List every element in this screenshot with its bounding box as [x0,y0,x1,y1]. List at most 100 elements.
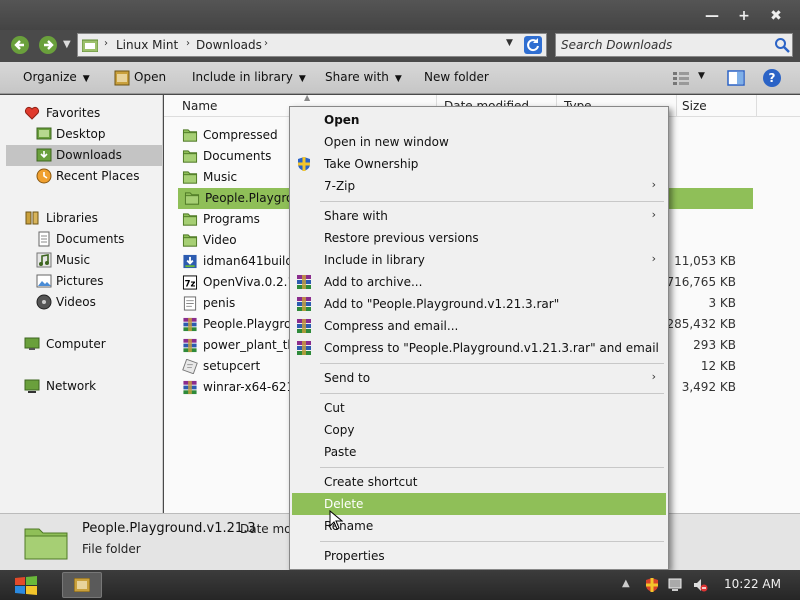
folder-icon [182,171,198,184]
sidebar-item-label: Downloads [56,148,122,162]
menu-item-rename[interactable]: Rename [292,515,666,537]
network-status-icon[interactable] [668,577,684,593]
help-icon[interactable]: ? [763,69,781,87]
organize-label: Organize [23,70,77,84]
7z-icon: 7z [182,275,198,290]
share-with-label: Share with [325,70,389,84]
search-icon[interactable] [774,37,790,53]
breadcrumb-separator[interactable]: › [264,38,268,49]
file-name: Video [203,233,237,247]
recent-places-icon [36,168,52,184]
menu-item-properties[interactable]: Properties [292,545,666,567]
sidebar-item-videos[interactable]: Videos [0,292,162,313]
close-button[interactable]: ✖ [764,6,788,26]
security-shield-icon[interactable] [644,577,660,593]
view-dropdown-icon[interactable]: ▼ [698,71,705,81]
refresh-icon[interactable] [524,36,542,54]
sidebar-item-label: Recent Places [56,169,140,183]
search-input[interactable]: Search Downloads [555,33,793,57]
show-hidden-icons-icon[interactable]: ▲ [622,578,630,589]
menu-item-label: Add to archive... [324,275,423,289]
maximize-button[interactable]: + [732,6,756,26]
column-divider[interactable] [676,95,677,117]
recent-pages-dropdown-icon[interactable]: ▼ [63,39,71,50]
breadcrumb-separator[interactable]: › [186,38,190,49]
include-in-library-button[interactable]: Include in library ▼ [192,70,306,84]
minimize-button[interactable]: — [700,6,724,26]
winrar-icon [297,319,311,333]
preview-pane-icon[interactable] [727,70,745,86]
menu-item-cut[interactable]: Cut [292,397,666,419]
sidebar-item-music[interactable]: Music [0,250,162,271]
computer-folder-icon [82,39,98,52]
sidebar-item-pictures[interactable]: Pictures [0,271,162,292]
menu-item-compress-and-email[interactable]: Compress and email... [292,315,666,337]
menu-item-label: Restore previous versions [324,231,479,245]
menu-item-label: Properties [324,549,385,563]
title-bar: — + ✖ [0,0,800,30]
menu-item-copy[interactable]: Copy [292,419,666,441]
heart-icon [24,106,40,120]
sidebar-item-label: Network [46,379,97,393]
search-placeholder: Search Downloads [561,38,673,52]
menu-item-label: Add to "People.Playground.v1.21.3.rar" [324,297,560,311]
windows-logo-icon[interactable] [14,575,38,595]
menu-item-label: Copy [324,423,355,437]
sidebar-item-computer[interactable]: Computer [0,334,162,355]
menu-item-delete[interactable]: Delete [292,493,666,515]
menu-item-include-in-library[interactable]: Include in library › [292,249,666,271]
menu-item-open-new-window[interactable]: Open in new window [292,131,666,153]
change-view-icon[interactable] [672,70,690,86]
menu-item-restore-previous-versions[interactable]: Restore previous versions [292,227,666,249]
menu-item-compress-to-rar-and-email[interactable]: Compress to "People.Playground.v1.21.3.r… [292,337,666,359]
sidebar-item-network[interactable]: Network [0,376,162,397]
menu-item-label: Open in new window [324,135,449,149]
address-dropdown-icon[interactable]: ▼ [506,38,513,48]
breadcrumb-linux-mint[interactable]: Linux Mint [116,38,178,52]
column-header-size[interactable]: Size [682,99,707,113]
organize-button[interactable]: Organize ▼ [23,70,90,84]
column-divider[interactable] [756,95,757,117]
menu-item-7zip[interactable]: 7-Zip › [292,175,666,197]
sidebar-item-favorites[interactable]: Favorites [0,103,162,124]
menu-item-add-to-rar[interactable]: Add to "People.Playground.v1.21.3.rar" [292,293,666,315]
open-button[interactable]: Open [134,70,166,84]
folder-icon [182,213,198,226]
menu-item-send-to[interactable]: Send to › [292,367,666,389]
menu-separator [320,201,664,202]
menu-item-paste[interactable]: Paste [292,441,666,463]
clock[interactable]: 10:22 AM [724,577,781,591]
menu-item-open[interactable]: Open [292,109,666,131]
breadcrumb-downloads[interactable]: Downloads [196,38,262,52]
menu-item-take-ownership[interactable]: Take Ownership [292,153,666,175]
details-file-name: People.Playground.v1.21.3 [82,521,256,536]
share-with-button[interactable]: Share with ▼ [325,70,402,84]
menu-item-add-to-archive[interactable]: Add to archive... [292,271,666,293]
open-icon[interactable] [114,70,130,86]
sidebar-item-downloads[interactable]: Downloads [6,145,162,166]
submenu-arrow-icon: › [651,370,656,383]
menu-item-create-shortcut[interactable]: Create shortcut [292,471,666,493]
mouse-cursor-icon [329,510,343,530]
address-bar[interactable]: › Linux Mint › Downloads › ▼ [77,33,547,57]
sidebar-item-desktop[interactable]: Desktop [0,124,162,145]
folder-icon [24,528,68,560]
explorer-icon [74,578,90,592]
menu-item-label: Cut [324,401,345,415]
sidebar-item-documents[interactable]: Documents [0,229,162,250]
volume-muted-icon[interactable] [692,577,708,593]
column-header-name[interactable]: Name [182,99,217,113]
file-name: Documents [203,149,272,163]
breadcrumb-separator[interactable]: › [104,38,108,49]
back-arrow-icon[interactable] [10,35,30,55]
music-icon [36,252,52,268]
sidebar-item-libraries[interactable]: Libraries [0,208,162,229]
taskbar-explorer-button[interactable] [62,572,102,598]
submenu-arrow-icon: › [651,178,656,191]
forward-arrow-icon[interactable] [38,35,58,55]
file-name: idman641build1 [203,254,301,268]
menu-item-share-with[interactable]: Share with › [292,205,666,227]
new-folder-button[interactable]: New folder [424,70,489,84]
navigation-bar: ▼ › Linux Mint › Downloads › ▼ Search Do… [0,30,800,60]
sidebar-item-recent-places[interactable]: Recent Places [0,166,162,187]
